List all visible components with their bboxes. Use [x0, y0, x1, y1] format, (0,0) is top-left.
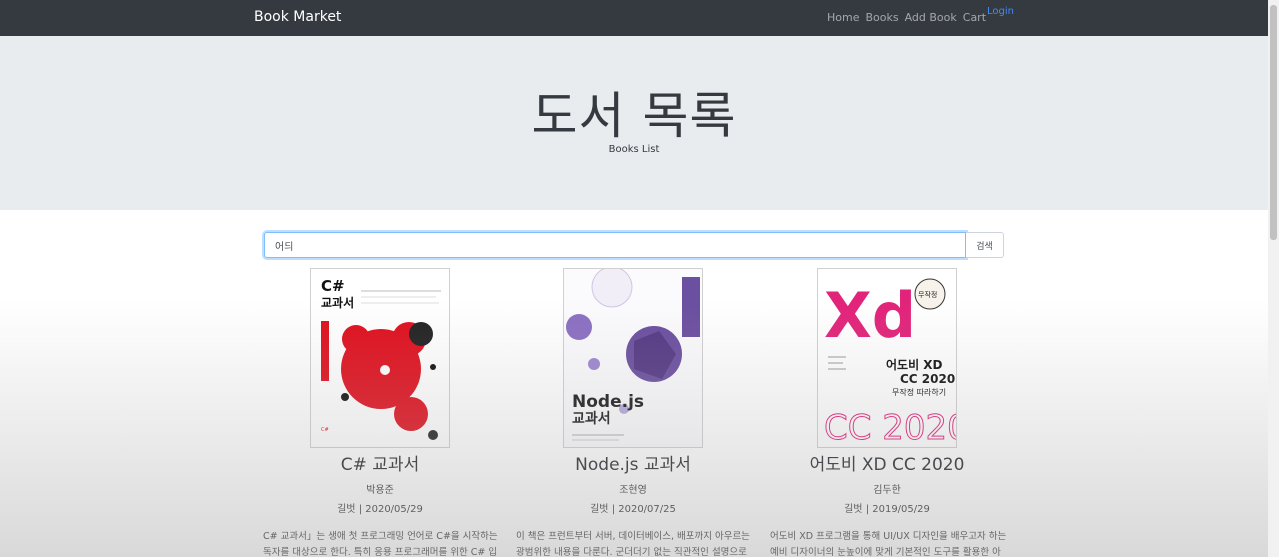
book-card: C# 교과서 C# C# 교과서 박용준 길벗 | 2020/05/29 C# …: [260, 268, 500, 557]
book-author: 김두한: [873, 485, 901, 496]
svg-text:Node.js: Node.js: [572, 392, 644, 412]
svg-text:Xd: Xd: [824, 279, 916, 352]
book-cover-image[interactable]: Xd 무작정 어도비 XD CC 2020 무작정 따라하기 CC 2020: [817, 268, 957, 448]
book-publisher-date: 길벗 | 2019/05/29: [844, 504, 930, 515]
nav-login[interactable]: Login: [987, 6, 1014, 17]
svg-text:CC 2020: CC 2020: [824, 408, 957, 448]
search-bar: 검색: [264, 232, 1004, 258]
svg-text:C#: C#: [321, 277, 345, 295]
svg-text:무작정 따라하기: 무작정 따라하기: [892, 387, 946, 397]
scrollbar[interactable]: [1268, 0, 1279, 557]
search-button[interactable]: 검색: [966, 232, 1004, 258]
book-description: C# 교과서」는 생애 첫 프로그래밍 언어로 C#을 시작하는 독자를 대상으…: [263, 531, 498, 557]
svg-text:C#: C#: [321, 427, 329, 433]
book-author: 조현영: [619, 485, 647, 496]
search-input[interactable]: [264, 232, 966, 258]
book-publisher-date: 길벗 | 2020/05/29: [337, 504, 423, 515]
book-publisher-date: 길벗 | 2020/07/25: [590, 504, 676, 515]
book-description: 이 책은 프런트부터 서버, 데이터베이스, 배포까지 아우르는 광범위한 내용…: [516, 531, 750, 557]
book-card: Xd 무작정 어도비 XD CC 2020 무작정 따라하기 CC 2020 어…: [767, 268, 1007, 557]
nav-home[interactable]: Home: [827, 11, 859, 24]
page-subtitle: Books List: [608, 144, 660, 155]
svg-text:무작정: 무작정: [918, 290, 937, 299]
svg-text:CC 2020: CC 2020: [900, 372, 955, 386]
book-title[interactable]: Node.js 교과서: [513, 450, 753, 475]
book-cover-image[interactable]: C# 교과서 C#: [310, 268, 450, 448]
csharp-cover-art: C# 교과서 C#: [311, 269, 449, 447]
book-title[interactable]: C# 교과서: [260, 450, 500, 475]
page-title: 도서 목록: [531, 87, 737, 145]
book-card: Node.js 교과서 Node.js 교과서 조현영 길벗 | 2020/07…: [513, 268, 753, 557]
nav-books[interactable]: Books: [865, 11, 898, 24]
book-title[interactable]: 어도비 XD CC 2020: [767, 450, 1007, 475]
brand-link[interactable]: Book Market: [254, 9, 341, 25]
nodejs-cover-art: Node.js 교과서: [564, 269, 702, 447]
svg-text:교과서: 교과서: [572, 411, 611, 427]
navbar: Book Market Home Books Add Book Cart Log…: [0, 0, 1268, 36]
book-author: 박용준: [366, 485, 394, 496]
xd-cover-art: Xd 무작정 어도비 XD CC 2020 무작정 따라하기 CC 2020: [818, 269, 957, 448]
jumbotron: 도서 목록 Books List: [0, 36, 1268, 210]
scrollbar-thumb[interactable]: [1270, 5, 1277, 240]
nav-links: Home Books Add Book Cart: [827, 11, 992, 24]
svg-text:교과서: 교과서: [321, 295, 354, 310]
nav-add-book[interactable]: Add Book: [905, 11, 957, 24]
book-cover-image[interactable]: Node.js 교과서: [563, 268, 703, 448]
nav-cart[interactable]: Cart: [963, 11, 986, 24]
book-description: 어도비 XD 프로그램을 통해 UI/UX 디자인을 배우고자 하는 예비 디자…: [770, 531, 1007, 557]
svg-text:어도비 XD: 어도비 XD: [886, 357, 943, 372]
